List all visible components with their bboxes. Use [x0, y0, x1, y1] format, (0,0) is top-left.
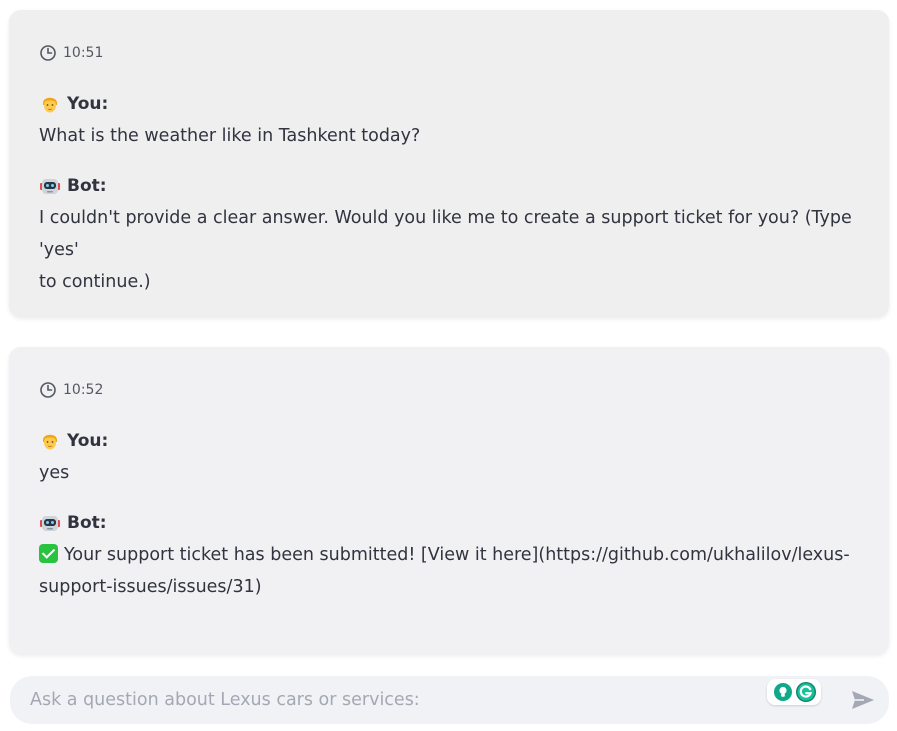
bot-message: Your support ticket has been submitted! …	[39, 539, 859, 603]
bot-message-line: to continue.)	[39, 272, 151, 292]
bot-speaker-label: Bot:	[39, 174, 859, 198]
send-icon[interactable]	[850, 688, 876, 712]
timestamp: 10:52	[63, 382, 104, 398]
bot-speaker-label: Bot:	[39, 511, 859, 535]
timestamp-row: 10:51	[39, 42, 859, 64]
bot-message-line: I couldn't provide a clear answer. Would…	[39, 208, 852, 260]
check-mark-icon	[39, 544, 58, 563]
timestamp: 10:51	[63, 45, 104, 61]
bot-message-line: Your support ticket has been submitted! …	[64, 545, 850, 565]
bot-message-line: support-issues/issues/31)	[39, 577, 262, 597]
user-label: You:	[67, 94, 109, 114]
chat-input[interactable]	[30, 676, 750, 724]
bot-label: Bot:	[67, 176, 107, 196]
user-label: You:	[67, 431, 109, 451]
chat-message-card: 10:51 You: What is the weather like in T…	[9, 10, 889, 317]
person-emoji-icon	[43, 97, 57, 113]
timestamp-row: 10:52	[39, 379, 859, 401]
bot-message: I couldn't provide a clear answer. Would…	[39, 202, 859, 298]
grammarly-icon[interactable]	[795, 681, 817, 703]
lightbulb-icon[interactable]	[773, 682, 793, 702]
robot-emoji-icon	[40, 516, 60, 531]
bot-label: Bot:	[67, 513, 107, 533]
chat-input-bar	[10, 676, 889, 724]
person-emoji-icon	[43, 434, 57, 450]
user-speaker-label: You:	[39, 92, 859, 116]
user-message: yes	[39, 463, 70, 483]
clock-icon	[40, 45, 56, 61]
clock-icon	[40, 382, 56, 398]
user-message: What is the weather like in Tashkent tod…	[39, 126, 421, 146]
browser-extension-badges[interactable]	[767, 679, 821, 705]
robot-emoji-icon	[40, 179, 60, 194]
chat-page: 10:51 You: What is the weather like in T…	[0, 0, 897, 731]
user-speaker-label: You:	[39, 429, 859, 453]
chat-message-card: 10:52 You: yes Bot: Your support ticket …	[9, 347, 889, 654]
